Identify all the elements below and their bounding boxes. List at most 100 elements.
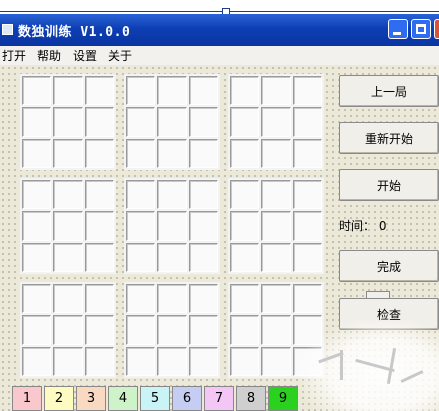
sudoku-cell[interactable]: [22, 107, 52, 137]
start-button[interactable]: 开始: [339, 169, 439, 201]
sudoku-cell[interactable]: [157, 107, 187, 137]
sudoku-cell[interactable]: [261, 211, 291, 241]
sudoku-cell[interactable]: [261, 138, 291, 168]
menu-settings[interactable]: 设置: [73, 47, 97, 64]
menu-help[interactable]: 帮助: [37, 47, 61, 64]
finish-button[interactable]: 完成: [339, 250, 439, 282]
sudoku-cell[interactable]: [84, 242, 114, 272]
sudoku-cell[interactable]: [292, 138, 322, 168]
number-button-8[interactable]: 8: [236, 386, 266, 411]
sudoku-cell[interactable]: [188, 315, 218, 345]
number-button-2[interactable]: 2: [44, 386, 74, 411]
sudoku-cell[interactable]: [188, 346, 218, 376]
sudoku-cell[interactable]: [126, 284, 156, 314]
sudoku-cell[interactable]: [84, 76, 114, 106]
sudoku-cell[interactable]: [292, 180, 322, 210]
number-button-4[interactable]: 4: [108, 386, 138, 411]
sudoku-cell[interactable]: [157, 346, 187, 376]
sudoku-cell[interactable]: [84, 315, 114, 345]
sudoku-cell[interactable]: [53, 346, 83, 376]
sudoku-cell[interactable]: [126, 211, 156, 241]
sudoku-cell[interactable]: [53, 315, 83, 345]
minimize-button[interactable]: [388, 19, 408, 39]
restart-button[interactable]: 重新开始: [339, 122, 439, 154]
sudoku-cell[interactable]: [53, 76, 83, 106]
sudoku-cell[interactable]: [22, 315, 52, 345]
number-button-6[interactable]: 6: [172, 386, 202, 411]
sudoku-cell[interactable]: [157, 211, 187, 241]
sudoku-cell[interactable]: [188, 242, 218, 272]
sudoku-cell[interactable]: [84, 138, 114, 168]
sudoku-cell[interactable]: [230, 138, 260, 168]
menu-open[interactable]: 打开: [2, 47, 26, 64]
sudoku-cell[interactable]: [292, 76, 322, 106]
sudoku-cell[interactable]: [22, 346, 52, 376]
sudoku-cell[interactable]: [126, 107, 156, 137]
sudoku-cell[interactable]: [22, 76, 52, 106]
sudoku-cell[interactable]: [22, 138, 52, 168]
sudoku-cell[interactable]: [292, 211, 322, 241]
sudoku-cell[interactable]: [230, 211, 260, 241]
sudoku-cell[interactable]: [22, 211, 52, 241]
sudoku-cell[interactable]: [230, 315, 260, 345]
menu-about[interactable]: 关于: [108, 47, 132, 64]
sudoku-cell[interactable]: [84, 211, 114, 241]
title-bar[interactable]: 数独训练 V1.0.0: [0, 14, 439, 46]
sudoku-cell[interactable]: [126, 242, 156, 272]
close-button[interactable]: [434, 19, 439, 39]
sudoku-cell[interactable]: [261, 315, 291, 345]
sudoku-cell[interactable]: [157, 180, 187, 210]
sudoku-cell[interactable]: [157, 315, 187, 345]
sudoku-cell[interactable]: [53, 180, 83, 210]
sudoku-cell[interactable]: [292, 242, 322, 272]
sudoku-cell[interactable]: [188, 138, 218, 168]
sudoku-cell[interactable]: [126, 76, 156, 106]
number-button-1[interactable]: 1: [12, 386, 42, 411]
sudoku-cell[interactable]: [157, 138, 187, 168]
sudoku-cell[interactable]: [261, 242, 291, 272]
sudoku-cell[interactable]: [188, 180, 218, 210]
sudoku-cell[interactable]: [188, 284, 218, 314]
sudoku-cell[interactable]: [126, 138, 156, 168]
sudoku-cell[interactable]: [261, 76, 291, 106]
sudoku-cell[interactable]: [126, 315, 156, 345]
sudoku-cell[interactable]: [230, 284, 260, 314]
sudoku-cell[interactable]: [230, 346, 260, 376]
sudoku-cell[interactable]: [188, 211, 218, 241]
sudoku-cell[interactable]: [22, 180, 52, 210]
sudoku-cell[interactable]: [230, 242, 260, 272]
previous-game-button[interactable]: 上一局: [339, 75, 439, 107]
sudoku-cell[interactable]: [22, 242, 52, 272]
sudoku-cell[interactable]: [261, 284, 291, 314]
sudoku-cell[interactable]: [53, 284, 83, 314]
number-button-9[interactable]: 9: [268, 386, 298, 411]
sudoku-cell[interactable]: [84, 180, 114, 210]
sudoku-cell[interactable]: [53, 211, 83, 241]
maximize-button[interactable]: [411, 19, 431, 39]
sudoku-cell[interactable]: [157, 242, 187, 272]
sudoku-cell[interactable]: [292, 284, 322, 314]
sudoku-cell[interactable]: [261, 107, 291, 137]
app-icon[interactable]: [2, 24, 13, 35]
number-button-7[interactable]: 7: [204, 386, 234, 411]
sudoku-cell[interactable]: [84, 346, 114, 376]
sudoku-cell[interactable]: [157, 284, 187, 314]
sudoku-cell[interactable]: [53, 138, 83, 168]
sudoku-cell[interactable]: [230, 180, 260, 210]
sudoku-cell[interactable]: [126, 346, 156, 376]
sudoku-cell[interactable]: [188, 107, 218, 137]
sudoku-cell[interactable]: [230, 76, 260, 106]
sudoku-cell[interactable]: [53, 242, 83, 272]
sudoku-cell[interactable]: [22, 284, 52, 314]
number-button-5[interactable]: 5: [140, 386, 170, 411]
sudoku-cell[interactable]: [53, 107, 83, 137]
sudoku-cell[interactable]: [126, 180, 156, 210]
number-button-3[interactable]: 3: [76, 386, 106, 411]
sudoku-cell[interactable]: [188, 76, 218, 106]
sudoku-cell[interactable]: [157, 76, 187, 106]
sudoku-cell[interactable]: [84, 284, 114, 314]
sudoku-cell[interactable]: [84, 107, 114, 137]
sudoku-cell[interactable]: [230, 107, 260, 137]
sudoku-cell[interactable]: [261, 346, 291, 376]
sudoku-cell[interactable]: [261, 180, 291, 210]
